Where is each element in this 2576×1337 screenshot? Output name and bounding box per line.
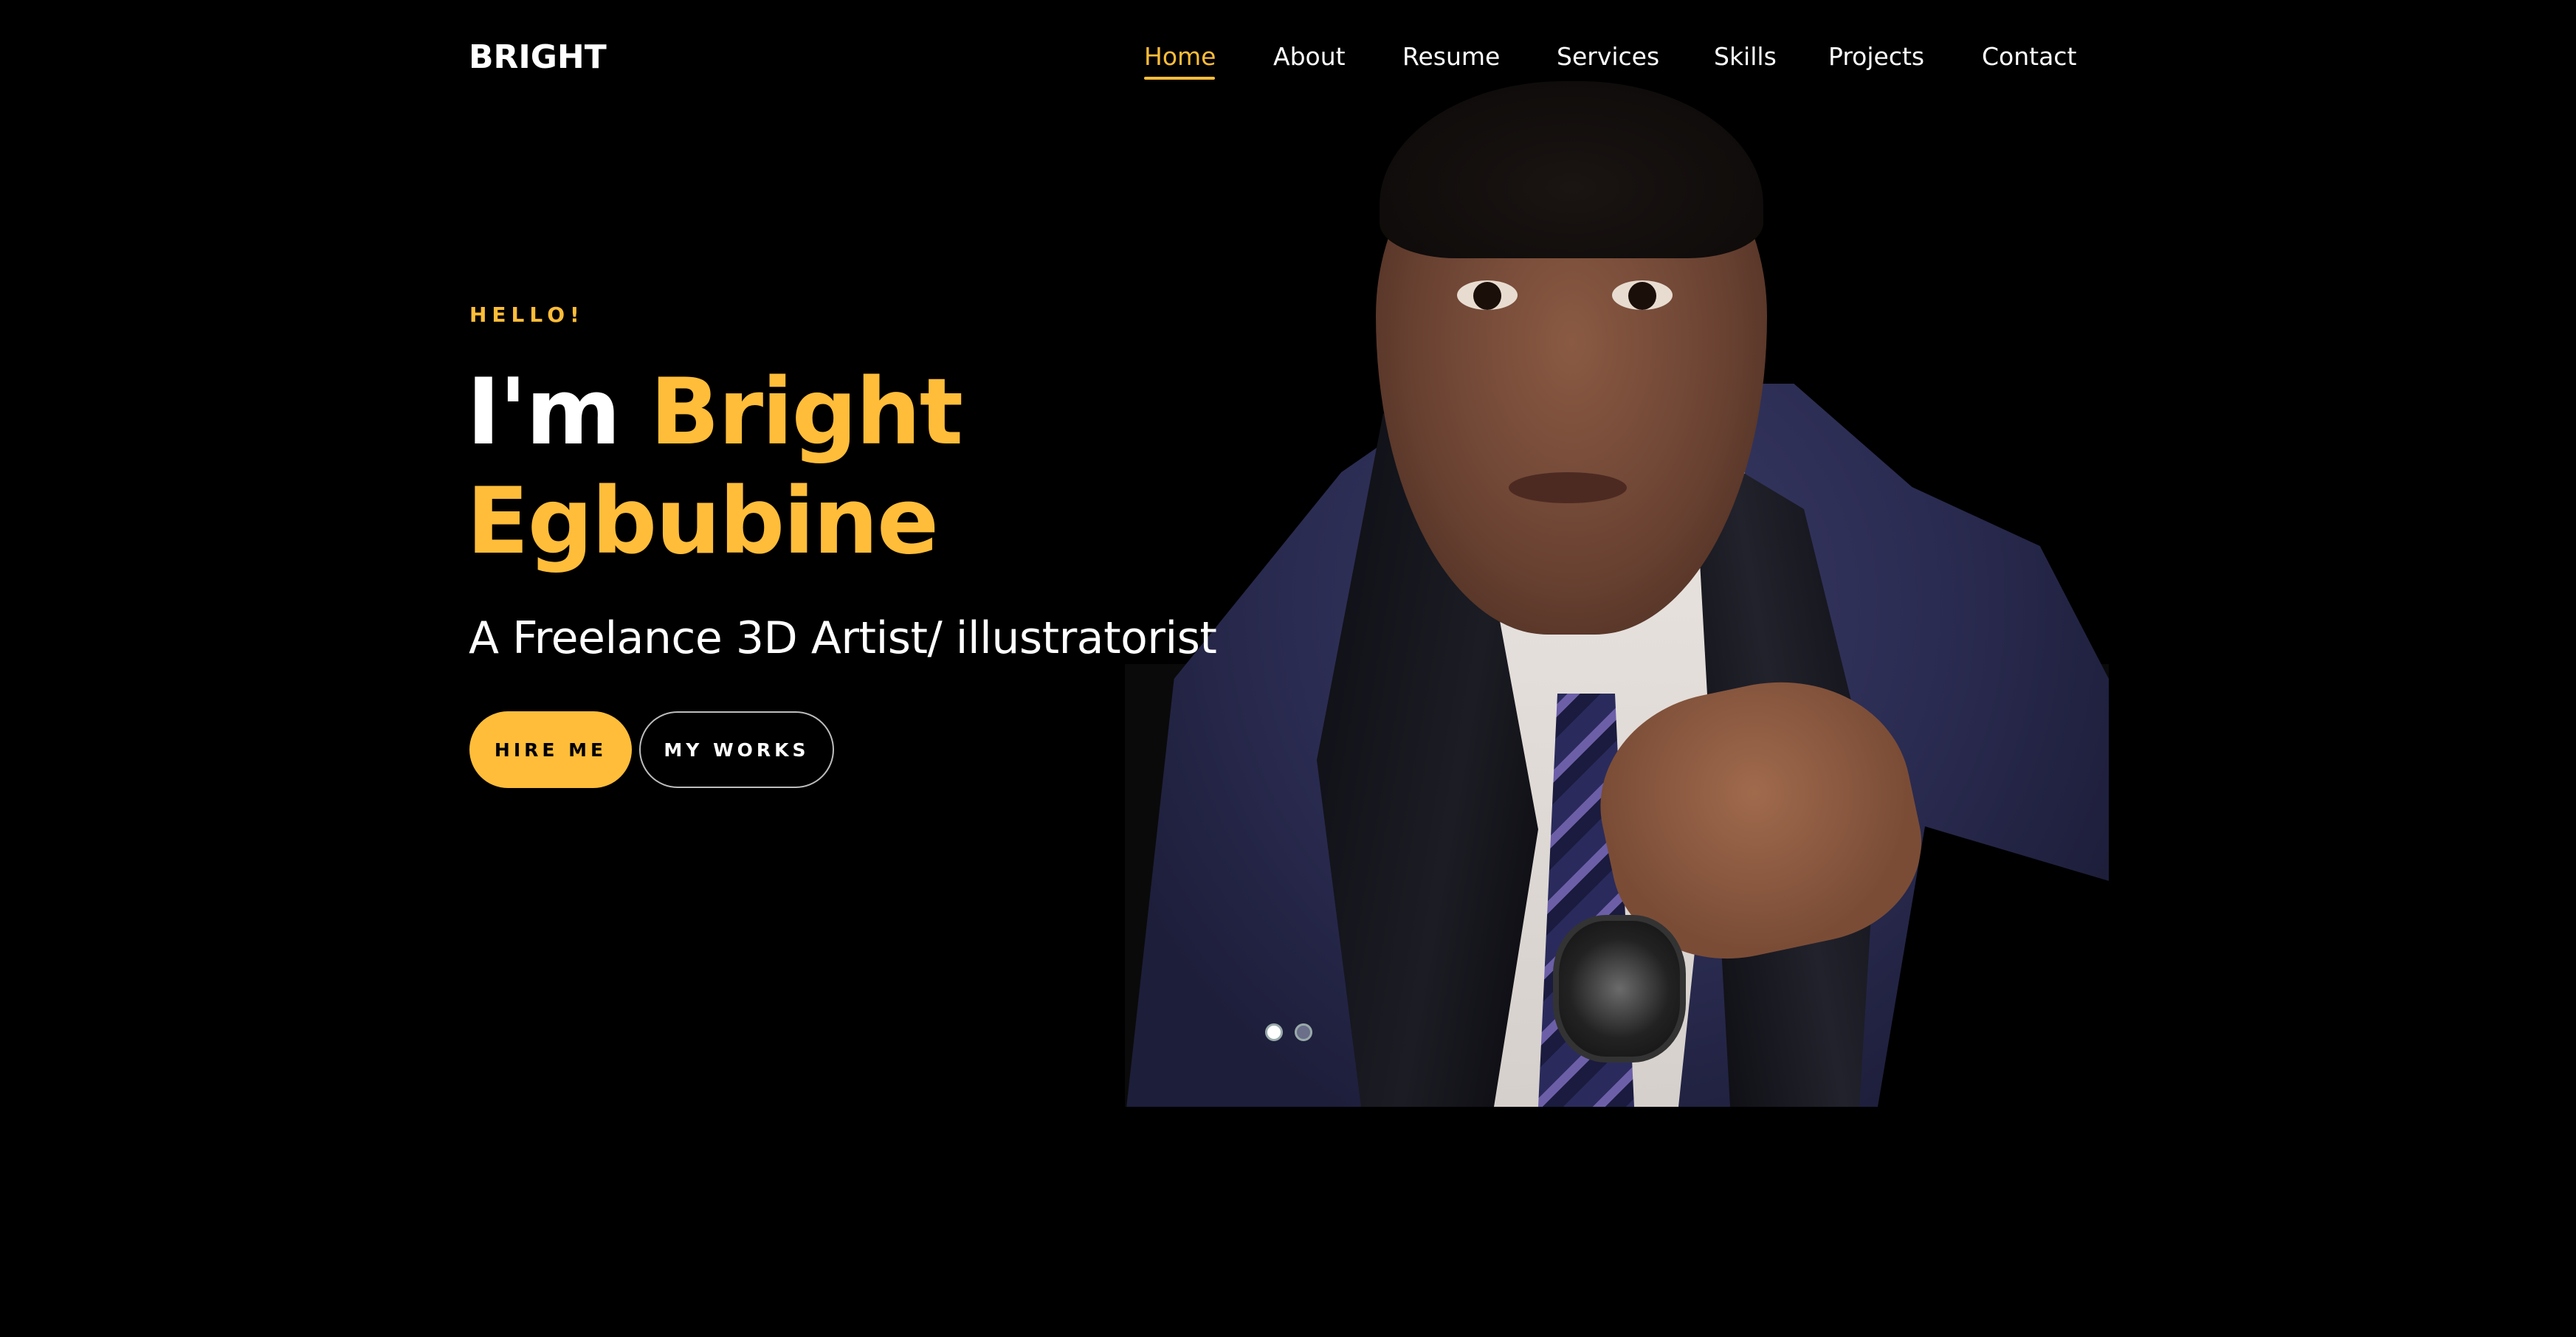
my-works-button[interactable]: MY WORKS xyxy=(639,711,834,788)
nav-item-resume[interactable]: Resume xyxy=(1402,41,1500,72)
hero-title-last-name: Egbubine xyxy=(466,469,939,575)
slider-dot-2[interactable] xyxy=(1295,1023,1312,1041)
hero-title-first-name: Bright xyxy=(650,359,962,466)
nav-item-about[interactable]: About xyxy=(1273,41,1346,72)
nav-item-contact[interactable]: Contact xyxy=(1982,41,2076,72)
main-nav: Home About Resume Services Skills Projec… xyxy=(0,41,2576,86)
hero-title: I'm Bright Egbubine xyxy=(466,358,1352,576)
nav-item-skills[interactable]: Skills xyxy=(1714,41,1777,72)
hire-me-button[interactable]: HIRE ME xyxy=(469,711,632,788)
nav-item-services[interactable]: Services xyxy=(1557,41,1659,72)
hero-title-prefix: I'm xyxy=(466,359,621,466)
nav-active-indicator xyxy=(1144,77,1215,80)
wristwatch xyxy=(1553,915,1686,1063)
hero-greeting: HELLO! xyxy=(469,303,585,327)
nav-item-home[interactable]: Home xyxy=(1144,41,1216,72)
hero-subtitle: A Freelance 3D Artist/ illustratorist xyxy=(469,612,1217,664)
slider-dot-1[interactable] xyxy=(1265,1023,1283,1041)
nav-item-projects[interactable]: Projects xyxy=(1828,41,1924,72)
